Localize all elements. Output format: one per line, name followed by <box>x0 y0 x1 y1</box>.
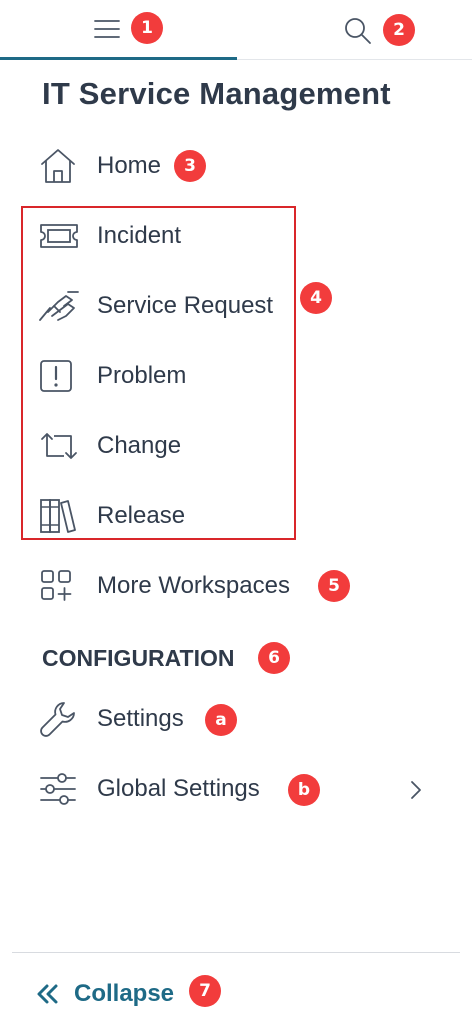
menu-tab[interactable]: 1 <box>0 0 237 60</box>
nav-item-label: Incident <box>97 222 182 249</box>
nav-item-release[interactable]: Release <box>38 496 185 536</box>
annotation-badge: 3 <box>174 150 206 182</box>
nav-item-global-settings[interactable]: Global Settings <box>38 769 260 809</box>
search-tab[interactable]: 2 <box>237 0 472 60</box>
collapse-label: Collapse <box>74 980 175 1007</box>
annotation-badge: 6 <box>258 642 290 674</box>
ticket-icon <box>38 216 80 256</box>
nav-item-label: Problem <box>97 362 187 389</box>
annotation-badge: 4 <box>300 282 332 314</box>
footer-divider <box>12 952 460 953</box>
annotation-badge: 7 <box>189 975 221 1007</box>
nav-item-more-workspaces[interactable]: More Workspaces <box>38 566 290 606</box>
nav-item-home[interactable]: Home <box>38 146 161 186</box>
swap-arrows-icon <box>38 426 80 466</box>
wrench-icon <box>38 699 80 739</box>
sliders-icon <box>38 769 80 809</box>
app-title: IT Service Management <box>42 76 391 111</box>
nav-item-label: Service Request <box>97 292 274 319</box>
nav-item-settings[interactable]: Settings <box>38 699 184 739</box>
annotation-badge: a <box>205 704 237 736</box>
nav-item-change[interactable]: Change <box>38 426 181 466</box>
annotation-badge: 2 <box>383 14 415 46</box>
nav-item-label: More Workspaces <box>97 572 290 599</box>
alert-square-icon <box>38 356 80 396</box>
annotation-badge: 1 <box>131 12 163 44</box>
double-chevron-left-icon <box>34 980 62 1008</box>
grid-plus-icon <box>38 566 80 606</box>
nav-item-problem[interactable]: Problem <box>38 356 186 396</box>
nav-item-label: Global Settings <box>97 775 260 802</box>
home-icon <box>38 146 80 186</box>
annotation-badge: 5 <box>318 570 350 602</box>
hamburger-menu-icon[interactable] <box>92 16 122 42</box>
handshake-icon <box>38 286 80 326</box>
collapse-button[interactable]: Collapse <box>34 974 174 1014</box>
nav-item-label: Change <box>97 432 182 459</box>
nav-item-label: Release <box>97 502 186 529</box>
nav-item-label: Home <box>97 152 162 179</box>
search-icon[interactable] <box>342 15 374 47</box>
section-title-configuration: CONFIGURATION <box>42 645 235 671</box>
top-bar: 1 2 <box>0 0 472 60</box>
annotation-badge: b <box>288 774 320 806</box>
nav-item-service-request[interactable]: Service Request <box>38 286 273 326</box>
nav-item-label: Settings <box>97 705 184 732</box>
chevron-right-icon[interactable] <box>404 776 428 804</box>
books-icon <box>38 496 80 536</box>
nav-item-incident[interactable]: Incident <box>38 216 181 256</box>
